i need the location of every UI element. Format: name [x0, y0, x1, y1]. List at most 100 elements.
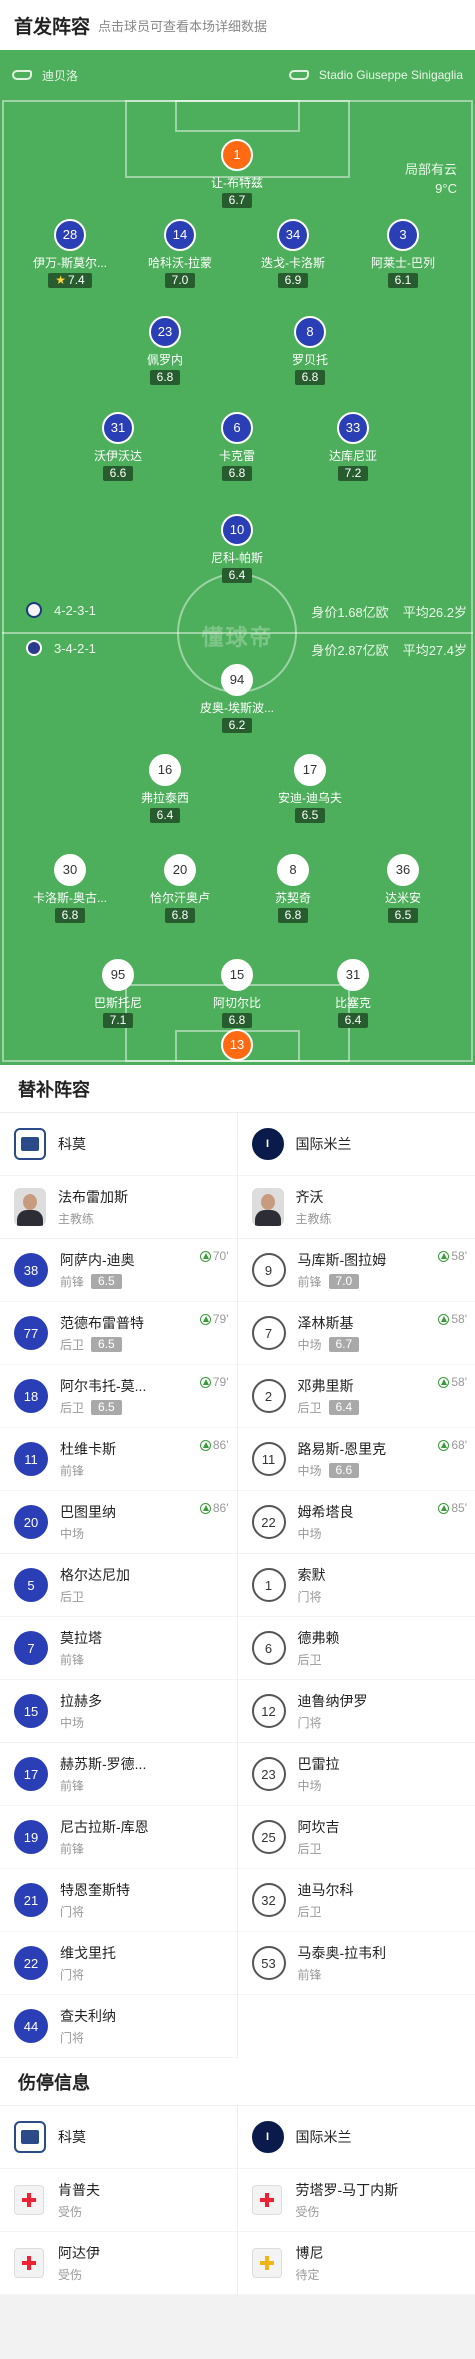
player-away-8[interactable]: 8 罗贝托 6.8 [255, 316, 365, 386]
away-age-text: 平均26.2岁 [402, 605, 467, 620]
away-team-row[interactable]: I 国际米兰 [237, 2106, 475, 2169]
medical-cross-icon [251, 2248, 282, 2278]
player-number: 3 [387, 219, 419, 251]
away-coach-row[interactable]: 齐沃 主教练 [237, 1176, 475, 1239]
sub-on-indicator: 58' [438, 1312, 467, 1326]
player-home-36[interactable]: 36 达米安 6.5 [348, 854, 458, 924]
player-number-badge: 7 [14, 1631, 48, 1665]
player-away-3[interactable]: 3 阿莱士-巴列 6.1 [348, 219, 458, 289]
player-position: 前锋 [60, 1777, 146, 1794]
sub-player-row[interactable]: 21 特恩奎斯特 门将 [0, 1869, 237, 1932]
player-away-10[interactable]: 10 尼科-帕斯 6.4 [182, 514, 292, 584]
sub-player-row[interactable]: 9 马库斯-图拉姆 前锋 7.0 58' [237, 1239, 475, 1302]
sub-player-row[interactable]: 11 杜维卡斯 前锋 86' [0, 1428, 237, 1491]
player-name: 佩罗内 [146, 353, 183, 367]
away-value-text: 身价1.68亿欧 [311, 605, 389, 620]
home-subs-column: 科莫 法布雷加斯 主教练 38 阿萨内-迪奥 前锋 6.5 70' 77 范德布雷普特 后卫 6.… [0, 1113, 238, 2058]
player-name: 沃伊沃达 [93, 449, 142, 463]
sub-on-icon [438, 1250, 450, 1262]
player-away-28[interactable]: 28 伊万-斯莫尔... ★ 7.4 [15, 219, 125, 289]
sub-minute: 86' [212, 1501, 229, 1515]
sub-player-row[interactable]: 25 阿坎吉 后卫 [237, 1806, 475, 1869]
player-away-1[interactable]: 1 让-布特兹 6.7 [182, 139, 292, 209]
sub-player-row[interactable]: 11 路易斯-恩里克 中场 6.6 68' [237, 1428, 475, 1491]
sub-player-row[interactable]: 5 格尔达尼加 后卫 [0, 1554, 237, 1617]
player-home-31[interactable]: 31 比塞克 6.4 [298, 959, 408, 1029]
position-text: 后卫 [297, 1653, 322, 1667]
sub-player-row[interactable]: 38 阿萨内-迪奥 前锋 6.5 70' [0, 1239, 237, 1302]
player-name: 莫拉塔 [60, 1630, 102, 1646]
injury-row[interactable]: 肯普夫 受伤 [0, 2169, 237, 2232]
sub-player-row[interactable]: 18 阿尔韦托-莫... 后卫 6.5 79' [0, 1365, 237, 1428]
player-name: 让-布特兹 [211, 176, 263, 190]
player-away-31[interactable]: 31 沃伊沃达 6.6 [63, 412, 173, 482]
player-number: 13 [221, 1029, 253, 1061]
player-rating: 7.0 [164, 273, 196, 288]
player-name: 迪马尔科 [297, 1882, 354, 1898]
player-rating: 6.7 [221, 193, 253, 208]
sub-player-row[interactable]: 22 姆希塔良 中场 85' [237, 1491, 475, 1554]
player-name: 卡洛斯-奥古... [33, 891, 107, 905]
sub-player-row[interactable]: 32 迪马尔科 后卫 [237, 1869, 475, 1932]
sub-player-row[interactable]: 6 德弗赖 后卫 [237, 1617, 475, 1680]
player-position: 中场 [298, 1777, 340, 1794]
player-name: 罗贝托 [291, 353, 328, 367]
page-subtitle: 点击球员可查看本场详细数据 [98, 18, 268, 34]
sub-player-row[interactable]: 20 巴图里纳 中场 86' [0, 1491, 237, 1554]
position-text: 前锋 [60, 1275, 85, 1289]
home-team-row[interactable]: 科莫 [0, 1113, 237, 1176]
sub-player-row[interactable]: 7 莫拉塔 前锋 [0, 1617, 237, 1680]
sub-player-row[interactable]: 23 巴雷拉 中场 [237, 1743, 475, 1806]
injury-status: 待定 [295, 2268, 320, 2282]
home-team-row[interactable]: 科莫 [0, 2106, 237, 2169]
sub-player-row[interactable]: 2 邓弗里斯 后卫 6.4 58' [237, 1365, 475, 1428]
player-away-34[interactable]: 34 迭戈-卡洛斯 6.9 [238, 219, 348, 289]
player-rating: 6.1 [387, 273, 419, 288]
player-position: 中场 [60, 1714, 102, 1731]
player-away-33[interactable]: 33 达库尼亚 7.2 [298, 412, 408, 482]
injury-row[interactable]: 劳塔罗-马丁内斯 受伤 [237, 2169, 475, 2232]
player-home-30[interactable]: 30 卡洛斯-奥古... 6.8 [15, 854, 125, 924]
sub-minute: 86' [212, 1438, 229, 1452]
sub-player-row[interactable]: 44 查夫利纳 门将 [0, 1995, 237, 2058]
sub-player-row[interactable]: 77 范德布雷普特 后卫 6.5 79' [0, 1302, 237, 1365]
sub-player-row[interactable]: 19 尼古拉斯-库恩 前锋 [0, 1806, 237, 1869]
home-coach-row[interactable]: 法布雷加斯 主教练 [0, 1176, 237, 1239]
player-home-94[interactable]: 94 皮奥-埃斯波... 6.2 [182, 664, 292, 734]
player-home-17[interactable]: 17 安迪-迪乌夫 6.5 [255, 754, 365, 824]
player-rating: 7.2 [337, 466, 369, 481]
whistle-icon [12, 70, 32, 80]
player-away-14[interactable]: 14 哈科沃-拉蒙 7.0 [125, 219, 235, 289]
player-home-16[interactable]: 16 弗拉泰西 6.4 [110, 754, 220, 824]
player-away-6[interactable]: 6 卡克雷 6.8 [182, 412, 292, 482]
position-text: 门将 [297, 1716, 322, 1730]
home-formation: 3-4-2-1 [26, 640, 96, 656]
injury-row[interactable]: 阿达伊 受伤 [0, 2232, 237, 2295]
player-home-15[interactable]: 15 阿切尔比 6.8 [182, 959, 292, 1029]
coach-avatar [14, 1188, 46, 1226]
away-team-row[interactable]: I 国际米兰 [237, 1113, 475, 1176]
sub-player-row[interactable]: 53 马泰奥-拉韦利 前锋 [237, 1932, 475, 1995]
sub-player-row[interactable]: 12 迪鲁纳伊罗 门将 [237, 1680, 475, 1743]
player-position: 门将 [60, 1966, 116, 1983]
position-text: 门将 [297, 1590, 322, 1604]
player-number: 14 [164, 219, 196, 251]
page-title: 首发阵容 [14, 16, 91, 38]
sub-on-icon [199, 1439, 211, 1451]
sub-player-row[interactable]: 1 索默 门将 [237, 1554, 475, 1617]
sub-player-row[interactable]: 22 维戈里托 门将 [0, 1932, 237, 1995]
sub-player-row[interactable]: 17 赫苏斯-罗德... 前锋 [0, 1743, 237, 1806]
player-home-8[interactable]: 8 苏契奇 6.8 [238, 854, 348, 924]
sub-player-row[interactable]: 15 拉赫多 中场 [0, 1680, 237, 1743]
player-number-badge: 9 [251, 1253, 286, 1287]
player-home-13[interactable]: 13何塞普-马丁...6.7 [182, 1029, 292, 1065]
medical-cross-icon [251, 2185, 282, 2215]
player-home-20[interactable]: 20 恰尔汗奥卢 6.8 [125, 854, 235, 924]
sub-player-row[interactable]: 7 泽林斯基 中场 6.7 58' [237, 1302, 475, 1365]
player-away-23[interactable]: 23 佩罗内 6.8 [110, 316, 220, 386]
player-name: 弗拉泰西 [140, 791, 189, 805]
rating-value: 6.8 [61, 908, 79, 922]
injury-status: 受伤 [58, 2205, 83, 2219]
player-home-95[interactable]: 95 巴斯托尼 7.1 [63, 959, 173, 1029]
injury-row[interactable]: 博尼 待定 [237, 2232, 475, 2295]
